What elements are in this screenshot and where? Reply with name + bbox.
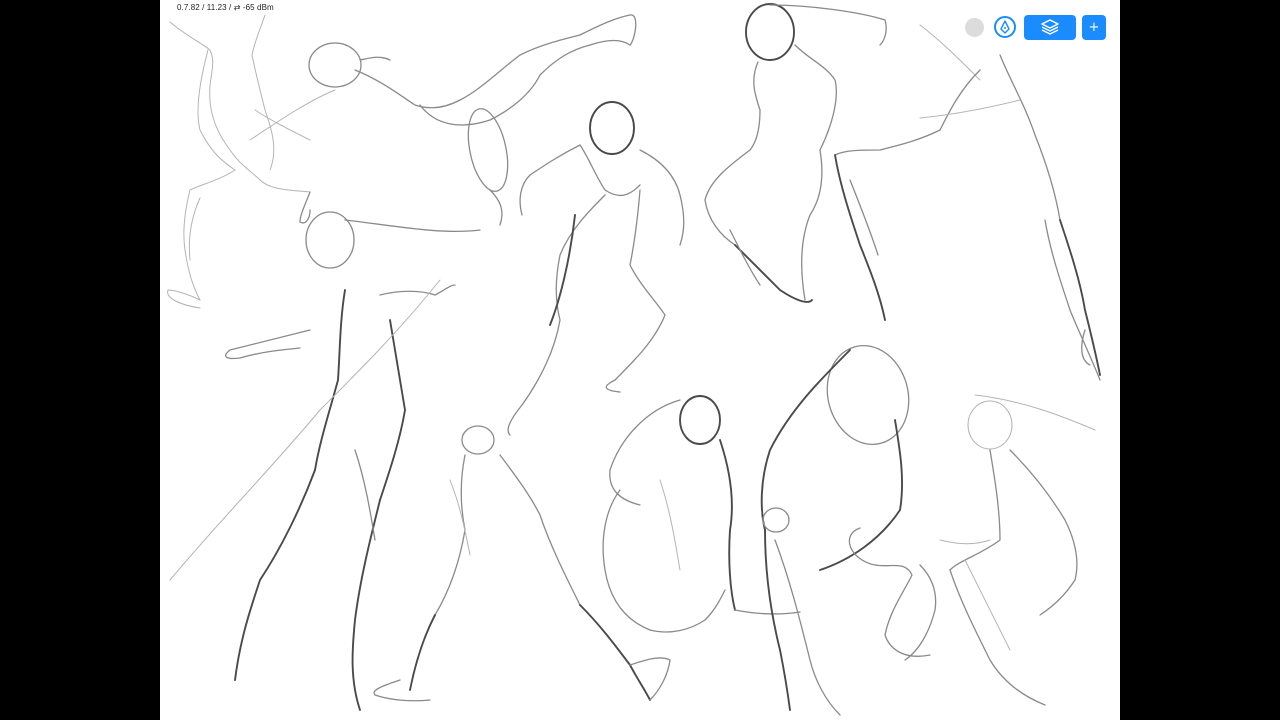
sketch-figure-3 — [507, 101, 685, 436]
gesture-sketches — [167, 3, 1101, 716]
sketch-figure-10 — [939, 394, 1096, 706]
pen-nib-icon — [1000, 20, 1010, 34]
pen-tool-button[interactable] — [994, 16, 1016, 38]
sketch-figure-2 — [249, 14, 637, 226]
sketch-figure-4 — [704, 3, 887, 303]
top-toolbar: + — [965, 14, 1106, 40]
sketch-figure-1 — [167, 14, 311, 309]
layers-icon — [1041, 19, 1059, 35]
sketch-figure-7 — [373, 425, 671, 702]
drawing-canvas[interactable]: 0.7.82 / 11.23 / ⇄ -65 dBm + — [160, 0, 1120, 720]
color-swatch-icon[interactable] — [965, 17, 984, 37]
sketch-figure-9 — [760, 344, 937, 716]
status-readout: 0.7.82 / 11.23 / ⇄ -65 dBm — [177, 3, 274, 12]
sketch-figure-6 — [169, 211, 481, 711]
sketch-figure-5 — [834, 24, 1101, 381]
layers-button[interactable] — [1024, 14, 1076, 40]
add-button[interactable]: + — [1082, 14, 1106, 40]
